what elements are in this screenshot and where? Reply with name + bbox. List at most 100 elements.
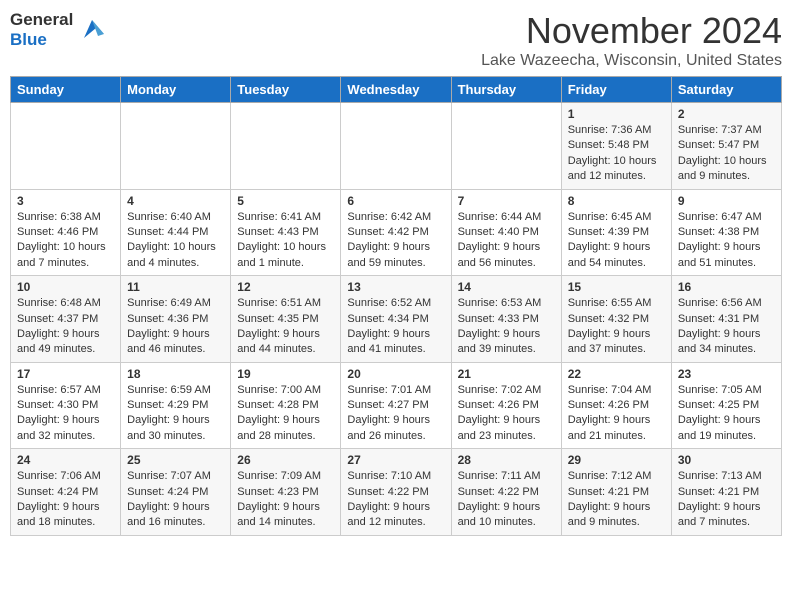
calendar-cell: 4Sunrise: 6:40 AM Sunset: 4:44 PM Daylig…: [121, 189, 231, 276]
day-number: 23: [678, 367, 775, 381]
day-number: 19: [237, 367, 334, 381]
day-info: Sunrise: 7:02 AM Sunset: 4:26 PM Dayligh…: [458, 383, 555, 445]
day-number: 17: [17, 367, 114, 381]
title-section: November 2024 Lake Wazeecha, Wisconsin, …: [481, 10, 782, 70]
calendar-cell: 11 Sunrise: 6:49 AM Sunset: 4:36 PM Dayli…: [121, 276, 231, 363]
calendar-week-row: 17Sunrise: 6:57 AM Sunset: 4:30 PM Dayli…: [11, 362, 782, 449]
day-number: 8: [568, 194, 665, 208]
calendar-cell: 30 Sunrise: 7:13 AM Sunset: 4:21 PM Dayli…: [671, 449, 781, 536]
calendar-cell: 26 Sunrise: 7:09 AM Sunset: 4:23 PM Dayli…: [231, 449, 341, 536]
day-number: 22: [568, 367, 665, 381]
day-number: 2: [678, 107, 775, 121]
day-number: 30: [678, 453, 775, 467]
day-info: Sunrise: 6:38 AM Sunset: 4:46 PM Dayligh…: [17, 210, 114, 272]
calendar-cell: 24Sunrise: 7:06 AM Sunset: 4:24 PM Dayli…: [11, 449, 121, 536]
day-info: Sunrise: 6:47 AM Sunset: 4:38 PM Dayligh…: [678, 210, 775, 272]
calendar-cell: 27 Sunrise: 7:10 AM Sunset: 4:22 PM Dayli…: [341, 449, 451, 536]
calendar-cell: 5Sunrise: 6:41 AM Sunset: 4:43 PM Daylig…: [231, 189, 341, 276]
day-number: 14: [458, 280, 555, 294]
calendar-cell: 15 Sunrise: 6:55 AM Sunset: 4:32 PM Dayli…: [561, 276, 671, 363]
day-header-saturday: Saturday: [671, 77, 781, 103]
day-info: Sunrise: 7:04 AM Sunset: 4:26 PM Dayligh…: [568, 383, 665, 445]
calendar-cell: 8Sunrise: 6:45 AM Sunset: 4:39 PM Daylig…: [561, 189, 671, 276]
day-number: 21: [458, 367, 555, 381]
day-number: 16: [678, 280, 775, 294]
day-info: Sunrise: 7:09 AM Sunset: 4:23 PM Dayligh…: [237, 469, 334, 531]
day-number: 7: [458, 194, 555, 208]
month-title: November 2024: [481, 10, 782, 52]
location-subtitle: Lake Wazeecha, Wisconsin, United States: [481, 52, 782, 70]
day-header-tuesday: Tuesday: [231, 77, 341, 103]
day-info: Sunrise: 7:13 AM Sunset: 4:21 PM Dayligh…: [678, 469, 775, 531]
calendar-cell: 7 Sunrise: 6:44 AM Sunset: 4:40 PM Daylig…: [451, 189, 561, 276]
calendar-cell: 1Sunrise: 7:36 AM Sunset: 5:48 PM Daylig…: [561, 103, 671, 190]
logo-general: General: [10, 10, 73, 29]
day-info: Sunrise: 6:42 AM Sunset: 4:42 PM Dayligh…: [347, 210, 444, 272]
calendar-cell: [231, 103, 341, 190]
calendar-cell: 25 Sunrise: 7:07 AM Sunset: 4:24 PM Dayli…: [121, 449, 231, 536]
calendar-cell: 12 Sunrise: 6:51 AM Sunset: 4:35 PM Dayli…: [231, 276, 341, 363]
calendar-cell: 6Sunrise: 6:42 AM Sunset: 4:42 PM Daylig…: [341, 189, 451, 276]
logo-blue: Blue: [10, 30, 47, 49]
day-info: Sunrise: 6:44 AM Sunset: 4:40 PM Dayligh…: [458, 210, 555, 272]
day-info: Sunrise: 7:01 AM Sunset: 4:27 PM Dayligh…: [347, 383, 444, 445]
day-number: 20: [347, 367, 444, 381]
page-header: General Blue November 2024 Lake Wazeecha…: [10, 10, 782, 70]
day-info: Sunrise: 7:12 AM Sunset: 4:21 PM Dayligh…: [568, 469, 665, 531]
day-info: Sunrise: 7:11 AM Sunset: 4:22 PM Dayligh…: [458, 469, 555, 531]
calendar-cell: 17Sunrise: 6:57 AM Sunset: 4:30 PM Dayli…: [11, 362, 121, 449]
calendar-cell: 16 Sunrise: 6:56 AM Sunset: 4:31 PM Dayli…: [671, 276, 781, 363]
day-info: Sunrise: 6:52 AM Sunset: 4:34 PM Dayligh…: [347, 296, 444, 358]
calendar-cell: 29 Sunrise: 7:12 AM Sunset: 4:21 PM Dayli…: [561, 449, 671, 536]
day-number: 13: [347, 280, 444, 294]
calendar-cell: 20 Sunrise: 7:01 AM Sunset: 4:27 PM Dayli…: [341, 362, 451, 449]
day-info: Sunrise: 6:56 AM Sunset: 4:31 PM Dayligh…: [678, 296, 775, 358]
calendar-cell: 9 Sunrise: 6:47 AM Sunset: 4:38 PM Daylig…: [671, 189, 781, 276]
day-number: 26: [237, 453, 334, 467]
calendar-week-row: 1Sunrise: 7:36 AM Sunset: 5:48 PM Daylig…: [11, 103, 782, 190]
calendar-cell: [121, 103, 231, 190]
calendar-cell: 3 Sunrise: 6:38 AM Sunset: 4:46 PM Daylig…: [11, 189, 121, 276]
logo-icon: [76, 14, 108, 46]
calendar-cell: 14 Sunrise: 6:53 AM Sunset: 4:33 PM Dayli…: [451, 276, 561, 363]
calendar-week-row: 24Sunrise: 7:06 AM Sunset: 4:24 PM Dayli…: [11, 449, 782, 536]
day-header-friday: Friday: [561, 77, 671, 103]
day-header-sunday: Sunday: [11, 77, 121, 103]
calendar-cell: 18 Sunrise: 6:59 AM Sunset: 4:29 PM Dayli…: [121, 362, 231, 449]
day-info: Sunrise: 6:59 AM Sunset: 4:29 PM Dayligh…: [127, 383, 224, 445]
day-number: 11: [127, 280, 224, 294]
calendar-cell: 10 Sunrise: 6:48 AM Sunset: 4:37 PM Dayli…: [11, 276, 121, 363]
day-info: Sunrise: 6:53 AM Sunset: 4:33 PM Dayligh…: [458, 296, 555, 358]
day-info: Sunrise: 7:05 AM Sunset: 4:25 PM Dayligh…: [678, 383, 775, 445]
day-info: Sunrise: 6:55 AM Sunset: 4:32 PM Dayligh…: [568, 296, 665, 358]
day-number: 29: [568, 453, 665, 467]
day-number: 27: [347, 453, 444, 467]
day-info: Sunrise: 6:51 AM Sunset: 4:35 PM Dayligh…: [237, 296, 334, 358]
day-info: Sunrise: 7:37 AM Sunset: 5:47 PM Dayligh…: [678, 123, 775, 185]
day-number: 15: [568, 280, 665, 294]
day-number: 4: [127, 194, 224, 208]
day-number: 3: [17, 194, 114, 208]
day-number: 24: [17, 453, 114, 467]
day-info: Sunrise: 7:10 AM Sunset: 4:22 PM Dayligh…: [347, 469, 444, 531]
day-header-monday: Monday: [121, 77, 231, 103]
day-number: 18: [127, 367, 224, 381]
day-header-thursday: Thursday: [451, 77, 561, 103]
day-number: 9: [678, 194, 775, 208]
day-info: Sunrise: 7:07 AM Sunset: 4:24 PM Dayligh…: [127, 469, 224, 531]
calendar-cell: [341, 103, 451, 190]
day-info: Sunrise: 6:48 AM Sunset: 4:37 PM Dayligh…: [17, 296, 114, 358]
calendar-table: SundayMondayTuesdayWednesdayThursdayFrid…: [10, 76, 782, 536]
day-header-wednesday: Wednesday: [341, 77, 451, 103]
day-number: 1: [568, 107, 665, 121]
calendar-cell: 13 Sunrise: 6:52 AM Sunset: 4:34 PM Dayli…: [341, 276, 451, 363]
calendar-cell: [451, 103, 561, 190]
day-number: 25: [127, 453, 224, 467]
calendar-cell: 2 Sunrise: 7:37 AM Sunset: 5:47 PM Daylig…: [671, 103, 781, 190]
day-info: Sunrise: 6:41 AM Sunset: 4:43 PM Dayligh…: [237, 210, 334, 272]
day-number: 10: [17, 280, 114, 294]
day-info: Sunrise: 6:49 AM Sunset: 4:36 PM Dayligh…: [127, 296, 224, 358]
day-info: Sunrise: 7:00 AM Sunset: 4:28 PM Dayligh…: [237, 383, 334, 445]
day-number: 12: [237, 280, 334, 294]
calendar-cell: [11, 103, 121, 190]
